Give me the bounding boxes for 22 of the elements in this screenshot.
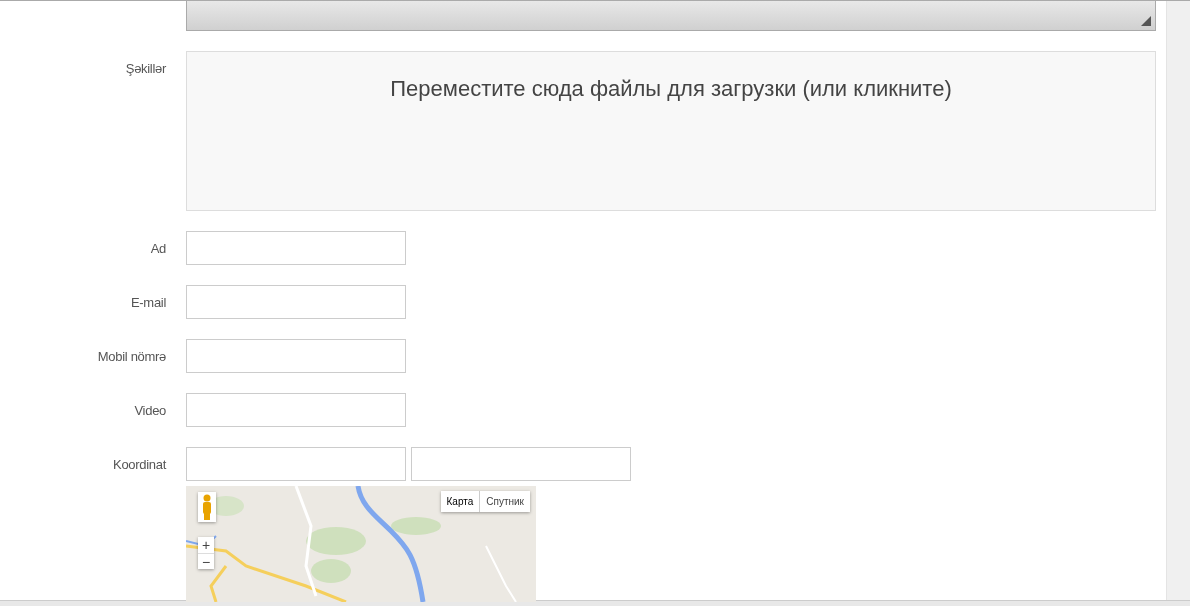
resize-handle-icon[interactable] <box>1141 16 1151 26</box>
zoom-out-button[interactable]: − <box>198 553 214 569</box>
horizontal-scrollbar[interactable] <box>0 600 1190 606</box>
field-label: Ad <box>149 240 166 258</box>
map-type-button[interactable]: Спутник <box>479 491 530 512</box>
input-field[interactable] <box>186 393 406 427</box>
field-label: Mobil nömrə <box>96 348 166 366</box>
field-label: Koordinat <box>112 456 166 474</box>
field-label: Video <box>133 402 166 420</box>
input-field[interactable] <box>186 285 406 319</box>
input-field[interactable] <box>186 339 406 373</box>
pegman-control[interactable] <box>198 492 216 522</box>
input-field[interactable] <box>186 231 406 265</box>
zoom-in-button[interactable]: + <box>198 537 214 553</box>
field-label: Şəkillər <box>124 60 166 78</box>
file-dropzone[interactable]: Переместите сюда файлы для загрузки (или кликните) <box>186 51 1156 211</box>
vertical-scrollbar[interactable] <box>1166 1 1190 600</box>
input-field[interactable] <box>186 447 406 481</box>
map-type-button[interactable]: Карта <box>440 491 480 512</box>
field-label: E-mail <box>129 294 166 312</box>
input-field[interactable] <box>411 447 631 481</box>
person-icon <box>201 494 213 520</box>
